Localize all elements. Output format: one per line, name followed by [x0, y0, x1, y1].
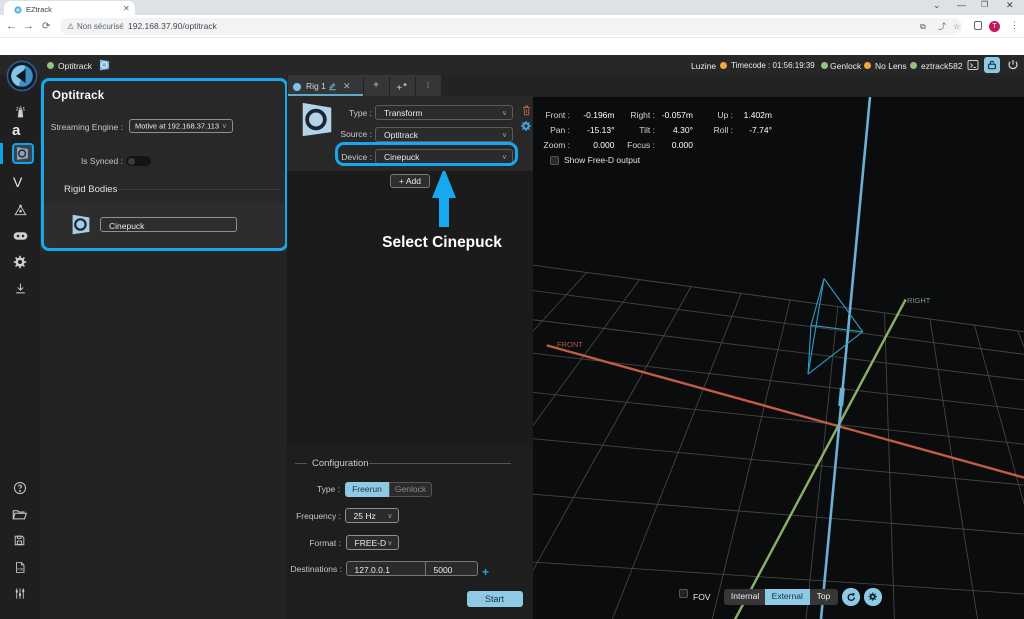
svg-text:RIGHT: RIGHT	[907, 296, 931, 305]
svg-text:PSD: PSD	[18, 568, 26, 572]
svg-text:FRONT: FRONT	[557, 340, 583, 349]
